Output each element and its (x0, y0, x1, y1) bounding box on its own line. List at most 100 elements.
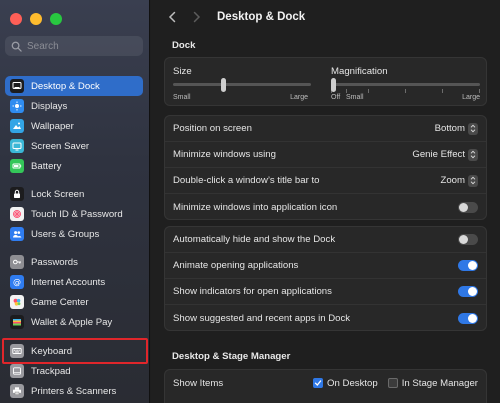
sidebar-item-internet-accounts[interactable]: @ Internet Accounts (5, 272, 143, 292)
sidebar-item-printers[interactable]: Printers & Scanners (5, 381, 143, 401)
toggle-knob (459, 202, 468, 212)
users-icon (10, 227, 24, 241)
tick (405, 89, 406, 93)
magnification-ticks (331, 89, 480, 93)
magnification-label: Magnification (331, 66, 388, 77)
in-stage-manager-checkbox[interactable] (387, 378, 398, 388)
double-click-value: Zoom (440, 175, 465, 186)
size-slider-thumb[interactable] (221, 78, 226, 92)
sidebar-item-wallpaper[interactable]: Wallpaper (5, 116, 143, 136)
sidebar-item-screen-saver[interactable]: Screen Saver (5, 136, 143, 156)
sidebar-group-security: Lock Screen Touch ID & Password Users & … (5, 184, 143, 244)
on-desktop-option[interactable]: On Desktop (313, 378, 378, 389)
double-click-row: Double-click a window’s title bar to Zoo… (165, 168, 486, 194)
sidebar-item-trackpad[interactable]: Trackpad (5, 361, 143, 381)
sidebar-item-label: Wallet & Apple Pay (31, 316, 113, 328)
double-click-label: Double-click a window’s title bar to (173, 175, 320, 186)
forward-button[interactable] (187, 8, 205, 26)
close-window-button[interactable] (10, 13, 22, 25)
magnification-slider-track (331, 83, 480, 86)
tick (346, 89, 347, 93)
indicators-toggle[interactable] (458, 286, 478, 297)
search-input[interactable] (27, 40, 137, 52)
sidebar-item-label: Touch ID & Password (31, 208, 123, 220)
minimize-into-icon-row: Minimize windows into application icon (165, 194, 486, 220)
back-button[interactable] (163, 8, 181, 26)
sidebar-item-label: Screen Saver (31, 140, 90, 152)
chevron-left-icon (168, 11, 175, 23)
dock-size-panel: Size Small Large Magnification Off Small… (164, 57, 487, 106)
displays-icon (10, 99, 24, 113)
keyboard-icon (10, 344, 24, 358)
sidebar-item-users-groups[interactable]: Users & Groups (5, 224, 143, 244)
chevron-updown-icon (468, 122, 478, 135)
magnification-max-label: Large (462, 94, 480, 101)
minimize-window-button[interactable] (30, 13, 42, 25)
autohide-toggle[interactable] (458, 234, 478, 245)
position-popup[interactable]: Bottom (434, 122, 478, 135)
sidebar-item-game-center[interactable]: Game Center (5, 292, 143, 312)
checkmark-icon (314, 380, 322, 386)
magnification-slider-thumb[interactable] (331, 78, 336, 92)
sidebar-item-keyboard[interactable]: Keyboard (5, 341, 143, 361)
search-field[interactable] (5, 36, 143, 56)
suggested-apps-row: Show suggested and recent apps in Dock (165, 305, 486, 331)
page-title: Desktop & Dock (217, 11, 306, 23)
game-center-icon (10, 295, 24, 309)
key-icon (10, 255, 24, 269)
sidebar-item-label: Battery (31, 160, 62, 172)
tick (479, 89, 480, 93)
main-content: Desktop & Dock Dock Size Small Large Mag… (151, 0, 500, 403)
position-value: Bottom (434, 123, 465, 134)
suggested-apps-toggle[interactable] (458, 312, 478, 324)
sidebar-item-passwords[interactable]: Passwords (5, 252, 143, 272)
in-stage-manager-label: In Stage Manager (401, 377, 478, 389)
sidebar-item-desktop-dock[interactable]: Desktop & Dock (5, 76, 143, 96)
toggle-knob (468, 261, 477, 270)
chevron-updown-icon (468, 174, 478, 187)
in-stage-manager-option[interactable]: In Stage Manager (387, 377, 478, 389)
size-min-label: Small (173, 94, 191, 101)
dock-behavior-panel: Automatically hide and show the Dock Ani… (164, 226, 487, 331)
toggle-knob (459, 235, 468, 244)
sidebar-item-touch-id[interactable]: Touch ID & Password (5, 204, 143, 224)
search-icon (11, 41, 22, 52)
fingerprint-icon (10, 207, 24, 221)
on-desktop-checkbox[interactable] (313, 378, 324, 388)
battery-icon (10, 159, 24, 173)
minimize-effect-popup[interactable]: Genie Effect (412, 148, 478, 161)
minimize-into-icon-toggle[interactable] (458, 201, 478, 213)
sidebar-item-label: Keyboard (31, 345, 73, 357)
animate-toggle[interactable] (458, 260, 478, 271)
size-slider-track (173, 83, 311, 86)
sidebar-item-label: Displays (31, 100, 68, 112)
sidebar-item-displays[interactable]: Displays (5, 96, 143, 116)
svg-text:@: @ (13, 278, 21, 287)
show-items-row: Show Items On Desktop In Stage Manager (165, 370, 486, 396)
sidebar-item-lock-screen[interactable]: Lock Screen (5, 184, 143, 204)
position-label: Position on screen (173, 123, 252, 134)
wallpaper-icon (10, 119, 24, 133)
autohide-row: Automatically hide and show the Dock (165, 227, 486, 253)
dock-options-panel: Position on screen Bottom Minimize windo… (164, 115, 487, 220)
autohide-label: Automatically hide and show the Dock (173, 234, 336, 245)
screen-saver-icon (10, 139, 24, 153)
sidebar-item-battery[interactable]: Battery (5, 156, 143, 176)
magnification-off-label: Off (331, 94, 341, 101)
minimize-into-icon-label: Minimize windows into application icon (173, 201, 338, 213)
sidebar-item-label: Game Center (31, 296, 89, 308)
sidebar-item-wallet[interactable]: Wallet & Apple Pay (5, 312, 143, 332)
on-desktop-label: On Desktop (327, 377, 378, 389)
toggle-knob (468, 287, 477, 296)
show-items-options: On Desktop In Stage Manager (313, 378, 478, 389)
sidebar-group-desktop: Desktop & Dock Displays Wallpaper Screen… (5, 76, 143, 176)
size-label: Size (173, 66, 192, 77)
lock-icon (10, 187, 24, 201)
window-controls (10, 13, 62, 25)
double-click-popup[interactable]: Zoom (440, 174, 478, 187)
zoom-window-button[interactable] (50, 13, 62, 25)
position-row: Position on screen Bottom (165, 116, 486, 142)
indicators-row: Show indicators for open applications (165, 279, 486, 305)
dock-section-title: Dock (172, 40, 196, 51)
sidebar-item-label: Internet Accounts (31, 276, 106, 288)
